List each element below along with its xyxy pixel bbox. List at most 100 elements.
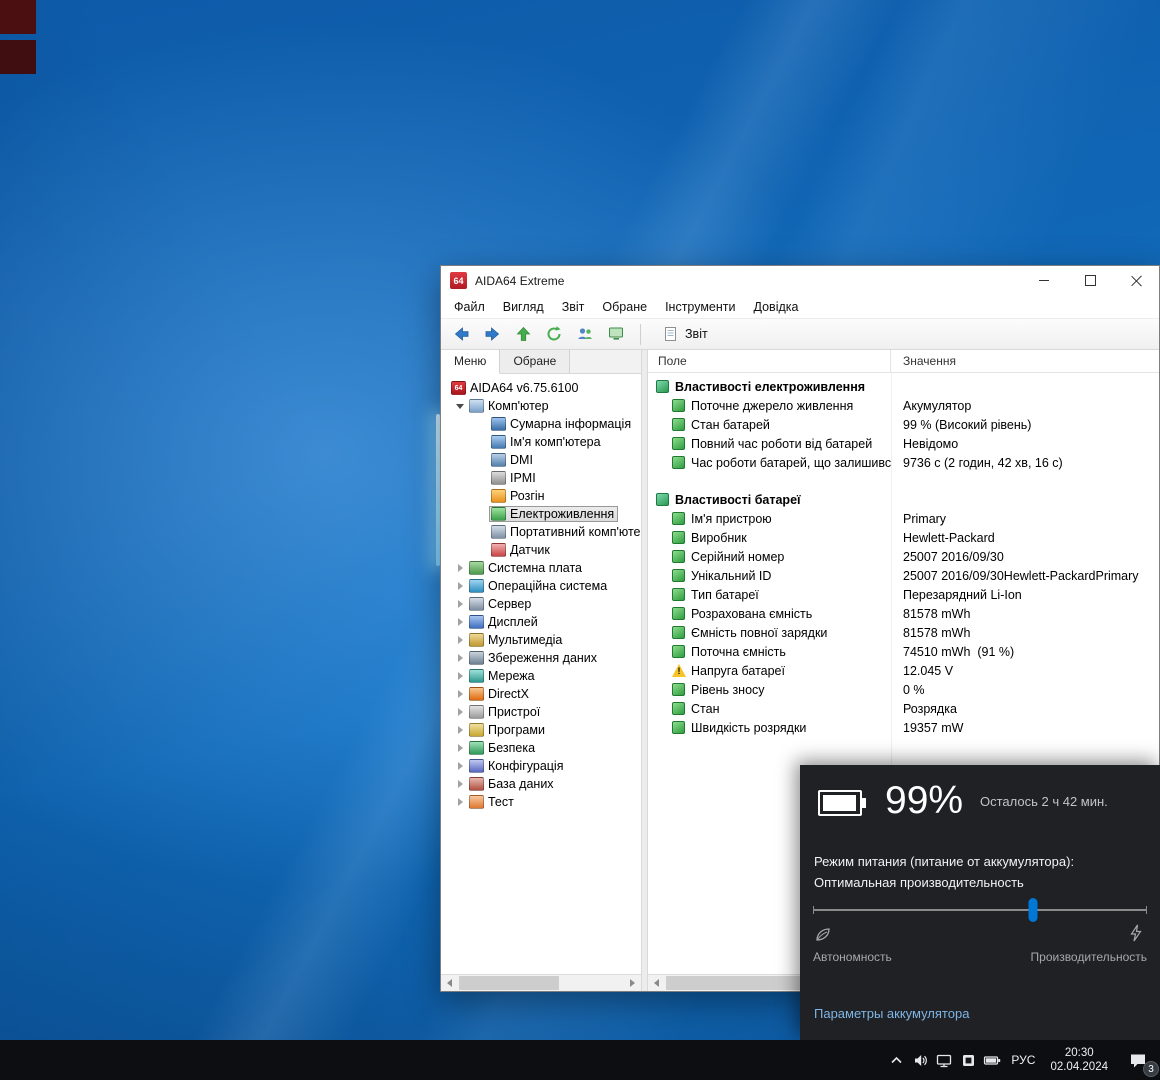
maximize-button[interactable]: [1067, 266, 1113, 295]
tree-expand-icon[interactable]: [453, 690, 467, 698]
tree-expand-icon[interactable]: [453, 780, 467, 788]
tree-expand-icon[interactable]: [453, 618, 467, 626]
remote-monitor-button[interactable]: [606, 325, 626, 344]
details-row[interactable]: Ім'я пристроюPrimary: [648, 509, 1159, 528]
details-row[interactable]: Поточне джерело живленняАкумулятор: [648, 396, 1159, 415]
tree-expand-icon[interactable]: [453, 654, 467, 662]
tree-item[interactable]: Безпека: [441, 739, 641, 757]
tree-item[interactable]: База даних: [441, 775, 641, 793]
menu-item[interactable]: Довідка: [745, 297, 808, 317]
details-row[interactable]: Рівень зносу0 %: [648, 680, 1159, 699]
users-button[interactable]: [575, 325, 595, 344]
tree-item[interactable]: Розгін: [441, 487, 641, 505]
tree-item[interactable]: Сумарна інформація: [441, 415, 641, 433]
details-row[interactable]: Серійний номер25007 2016/09/30: [648, 547, 1159, 566]
tree-expand-icon[interactable]: [453, 726, 467, 734]
scroll-right-button[interactable]: [625, 976, 640, 990]
scrollbar-thumb[interactable]: [459, 976, 559, 990]
tree-expand-icon[interactable]: [453, 564, 467, 572]
tray-app-button[interactable]: [956, 1040, 980, 1080]
tree-expand-icon[interactable]: [453, 744, 467, 752]
details-row[interactable]: Тип батареїПерезарядний Li-Ion: [648, 585, 1159, 604]
language-indicator[interactable]: РУС: [1004, 1053, 1042, 1067]
tree-item[interactable]: IPMI: [441, 469, 641, 487]
tree-item[interactable]: Мережа: [441, 667, 641, 685]
tree-item-label: Датчик: [510, 543, 550, 557]
column-header-field[interactable]: Поле: [648, 350, 891, 372]
back-button[interactable]: [451, 325, 471, 344]
left-horizontal-scrollbar[interactable]: [441, 974, 641, 991]
forward-button[interactable]: [482, 325, 502, 344]
details-row[interactable]: Час роботи батарей, що залишився9736 с (…: [648, 453, 1159, 472]
battery-tray-button[interactable]: [980, 1040, 1004, 1080]
details-row[interactable]: Властивості електроживлення: [648, 377, 1159, 396]
tree-item[interactable]: Конфігурація: [441, 757, 641, 775]
menu-item[interactable]: Звіт: [553, 297, 594, 317]
details-row[interactable]: Розрахована ємність81578 mWh: [648, 604, 1159, 623]
details-row[interactable]: Стан батарей99 % (Високий рівень): [648, 415, 1159, 434]
tree-item[interactable]: DMI: [441, 451, 641, 469]
tree-item[interactable]: Системна плата: [441, 559, 641, 577]
left-tab[interactable]: Обране: [500, 350, 570, 373]
tree-expand-icon[interactable]: [453, 798, 467, 806]
menu-item[interactable]: Файл: [445, 297, 494, 317]
details-row[interactable]: ВиробникHewlett-Packard: [648, 528, 1159, 547]
details-row[interactable]: Поточна ємність74510 mWh (91 %): [648, 642, 1159, 661]
title-bar[interactable]: 64 AIDA64 Extreme: [441, 266, 1159, 295]
clock[interactable]: 20:30 02.04.2024: [1042, 1046, 1116, 1074]
tree-expand-icon[interactable]: [453, 404, 467, 409]
tree-item[interactable]: Операційна система: [441, 577, 641, 595]
tree-item[interactable]: DirectX: [441, 685, 641, 703]
field-label: Властивості електроживлення: [675, 380, 865, 394]
close-button[interactable]: [1113, 266, 1159, 295]
up-button[interactable]: [513, 325, 533, 344]
pane-splitter[interactable]: [641, 350, 648, 991]
column-header-value[interactable]: Значення: [891, 354, 956, 368]
action-center-button[interactable]: 3: [1116, 1040, 1160, 1080]
minimize-button[interactable]: [1021, 266, 1067, 295]
tree-item[interactable]: Портативний комп'ютер: [441, 523, 641, 541]
details-row[interactable]: Швидкість розрядки19357 mW: [648, 718, 1159, 737]
tree-item[interactable]: Пристрої: [441, 703, 641, 721]
scroll-left-button[interactable]: [649, 976, 664, 990]
power-mode-slider[interactable]: [813, 909, 1147, 911]
details-row[interactable]: Повний час роботи від батарейНевідомо: [648, 434, 1159, 453]
details-row[interactable]: Ємність повної зарядки81578 mWh: [648, 623, 1159, 642]
tree-item[interactable]: Ім'я комп'ютера: [441, 433, 641, 451]
details-row[interactable]: Властивості батареї: [648, 490, 1159, 509]
tree-item[interactable]: Комп'ютер: [441, 397, 641, 415]
tree-item[interactable]: Тест: [441, 793, 641, 811]
field-label: Час роботи батарей, що залишився: [691, 456, 891, 470]
tree-expand-icon[interactable]: [453, 636, 467, 644]
tree-item[interactable]: Збереження даних: [441, 649, 641, 667]
menu-item[interactable]: Інструменти: [656, 297, 744, 317]
battery-settings-link[interactable]: Параметры аккумулятора: [814, 1006, 969, 1021]
menu-item[interactable]: Вигляд: [494, 297, 553, 317]
battery-item-icon: [672, 683, 685, 696]
tree-item[interactable]: Сервер: [441, 595, 641, 613]
tree-item[interactable]: Дисплей: [441, 613, 641, 631]
tree-item[interactable]: Датчик: [441, 541, 641, 559]
menu-item[interactable]: Обране: [593, 297, 656, 317]
report-button[interactable]: Звіт: [655, 323, 715, 345]
network-button[interactable]: [932, 1040, 956, 1080]
details-row[interactable]: СтанРозрядка: [648, 699, 1159, 718]
refresh-button[interactable]: [544, 325, 564, 344]
slider-thumb[interactable]: [1029, 898, 1038, 922]
left-tab[interactable]: Меню: [441, 350, 500, 374]
tree-expand-icon[interactable]: [453, 672, 467, 680]
tree-item[interactable]: Електроживлення: [441, 505, 641, 523]
scroll-left-button[interactable]: [442, 976, 457, 990]
tree-item[interactable]: 64AIDA64 v6.75.6100: [441, 379, 641, 397]
tree-expand-icon[interactable]: [453, 600, 467, 608]
tree-item[interactable]: Мультимедіа: [441, 631, 641, 649]
tree-expand-icon[interactable]: [453, 708, 467, 716]
battery-item-icon: [672, 721, 685, 734]
details-row[interactable]: !Напруга батареї12.045 V: [648, 661, 1159, 680]
tree-item[interactable]: Програми: [441, 721, 641, 739]
tray-expand-button[interactable]: [884, 1040, 908, 1080]
tree-expand-icon[interactable]: [453, 582, 467, 590]
volume-button[interactable]: [908, 1040, 932, 1080]
tree-expand-icon[interactable]: [453, 762, 467, 770]
details-row[interactable]: Унікальний ID25007 2016/09/30Hewlett-Pac…: [648, 566, 1159, 585]
